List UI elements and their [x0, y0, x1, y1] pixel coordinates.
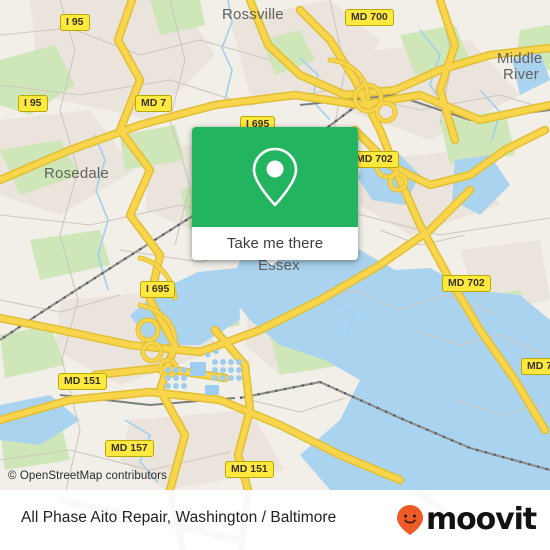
- place-label-river: River: [503, 66, 540, 83]
- moovit-wordmark: moovit: [425, 502, 537, 537]
- highway-shield[interactable]: MD 700: [521, 358, 550, 375]
- moovit-map-page: I 95 I 95 MD 7 MD 700 I 695 MD 702 MD 70…: [0, 0, 550, 550]
- highway-shield[interactable]: MD 7: [135, 95, 173, 112]
- place-title: All Phase Aito Repair, Washington / Balt…: [21, 509, 337, 526]
- place-label-middle: Middle: [497, 50, 543, 67]
- osm-attribution[interactable]: © OpenStreetMap contributors: [8, 470, 167, 482]
- highway-shield[interactable]: MD 702: [442, 275, 491, 292]
- moovit-logo[interactable]: moovit: [395, 502, 537, 537]
- map-pin-icon: [252, 147, 298, 207]
- place-label-rossville: Rossville: [222, 6, 284, 23]
- moovit-smiley-pin-icon: [396, 505, 423, 535]
- highway-shield[interactable]: I 95: [60, 14, 90, 31]
- highway-shield[interactable]: MD 151: [58, 373, 107, 390]
- highway-shield[interactable]: I 695: [140, 281, 176, 298]
- highway-shield[interactable]: MD 700: [345, 9, 394, 26]
- take-me-there-button[interactable]: Take me there: [192, 227, 358, 260]
- highway-shield[interactable]: MD 157: [105, 440, 154, 457]
- footer-bar: All Phase Aito Repair, Washington / Balt…: [0, 490, 550, 550]
- highway-shield[interactable]: MD 151: [225, 461, 274, 478]
- take-me-there-label: Take me there: [226, 235, 324, 252]
- map-canvas[interactable]: I 95 I 95 MD 7 MD 700 I 695 MD 702 MD 70…: [0, 0, 550, 490]
- popup-header: [192, 127, 358, 227]
- highway-shield[interactable]: I 95: [18, 95, 48, 112]
- place-label-rosedale: Rosedale: [44, 165, 109, 182]
- popup-tail: [265, 259, 279, 266]
- location-popup-card[interactable]: Take me there: [192, 127, 358, 260]
